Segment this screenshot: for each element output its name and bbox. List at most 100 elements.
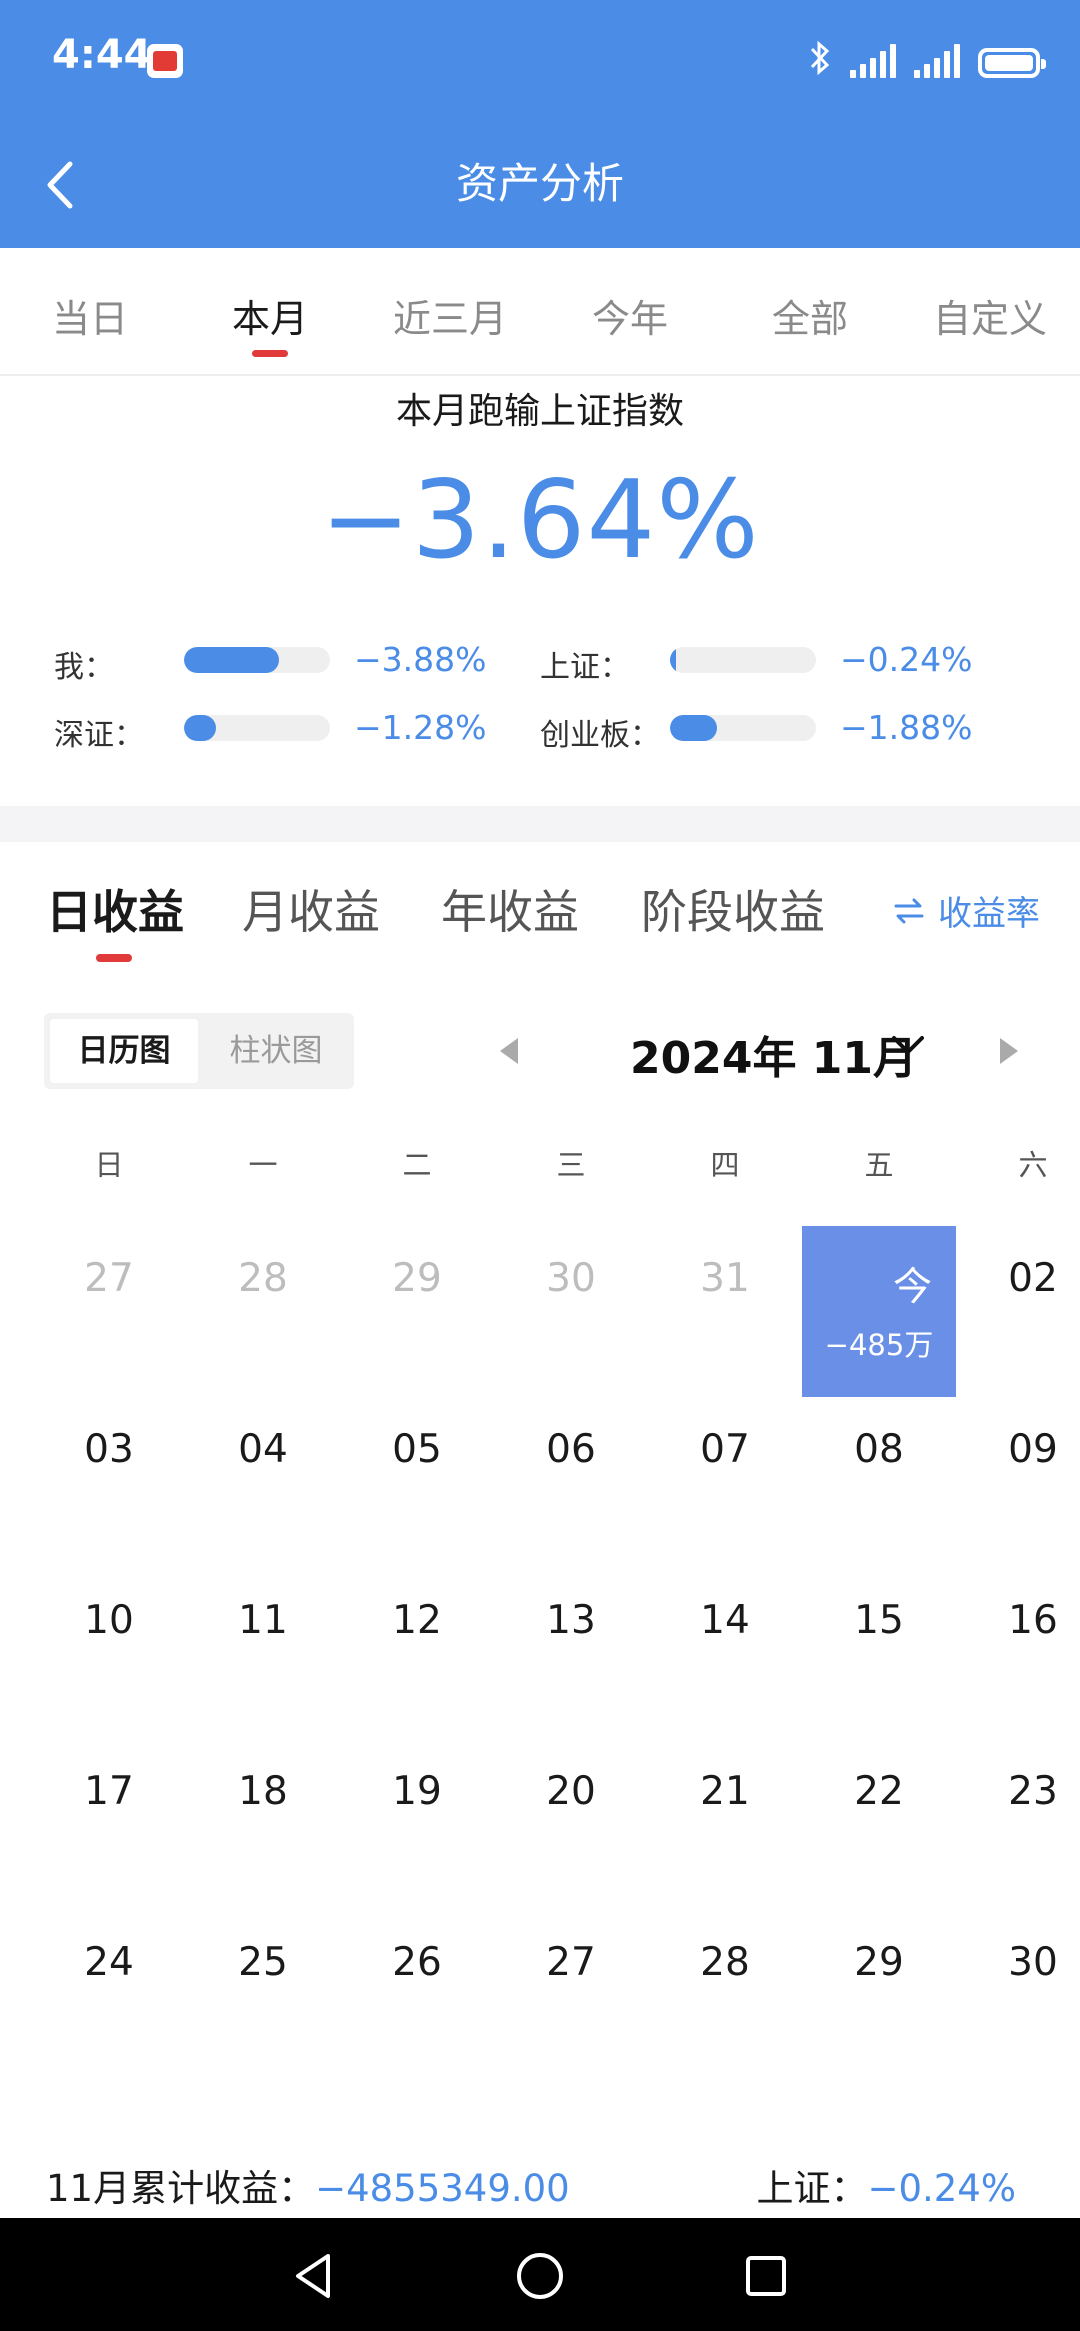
bar-view-button[interactable]: 柱状图 [202,1019,350,1083]
compare-bar-shanghai [670,647,816,673]
calendar-day[interactable]: 28 [186,1226,340,1397]
calendar-day[interactable]: 27 [494,1910,648,2081]
calendar-day[interactable]: 17 [32,1739,186,1910]
compare-label-shanghai: 上证： [540,650,630,685]
weekday-label: 六 [1018,1148,1048,1182]
compare-bar-fill [184,647,279,673]
calendar-day[interactable]: 25 [186,1910,340,2081]
calendar-day[interactable]: 10 [32,1568,186,1739]
day-number: 20 [546,1769,596,1814]
compare-value-shenzhen: −1.28% [354,708,487,747]
day-number: 29 [392,1256,442,1301]
tab-three-months[interactable]: 近三月 [360,288,540,343]
calendar-day[interactable]: 09 [956,1397,1080,1568]
calendar-view-button[interactable]: 日历图 [50,1019,198,1083]
day-number: 27 [84,1256,134,1301]
day-number: 21 [700,1769,750,1814]
tab-all[interactable]: 全部 [720,288,900,343]
calendar-day[interactable]: 26 [340,1910,494,2081]
calendar-day[interactable]: 02 [956,1226,1080,1397]
home-circle-icon[interactable] [510,2246,570,2306]
period-tabs: 当日 本月 近三月 今年 全部 自定义 [0,248,1080,376]
day-number: 28 [700,1940,750,1985]
summary-label: 11月累计收益： [46,2167,316,2210]
day-number: 09 [1008,1427,1058,1472]
summary-value: −4855349.00 [315,2167,570,2210]
weekday-label: 日 [94,1148,124,1182]
tab-yearly-earnings[interactable]: 年收益 [441,876,579,942]
calendar-day[interactable]: 21 [648,1739,802,1910]
tab-this-month[interactable]: 本月 [180,288,360,343]
day-number: 18 [238,1769,288,1814]
calendar-day[interactable]: 06 [494,1397,648,1568]
month-selector[interactable]: 2024年 11月 [630,1022,917,1086]
recents-square-icon[interactable] [736,2246,796,2306]
back-triangle-icon[interactable] [284,2246,344,2306]
earnings-tab-indicator [96,954,132,962]
calendar-day[interactable]: 22 [802,1739,956,1910]
calendar-day[interactable]: 20 [494,1739,648,1910]
index-value: −0.24% [867,2167,1016,2210]
compare-value-chinext: −1.88% [840,708,973,747]
calendar-day[interactable]: 13 [494,1568,648,1739]
calendar-day-today[interactable]: 今 −485万 [802,1226,956,1397]
calendar-day[interactable]: 03 [32,1397,186,1568]
calendar-day[interactable]: 04 [186,1397,340,1568]
system-nav-bar [0,2218,1080,2331]
day-number: 02 [1008,1256,1058,1301]
chevron-down-icon[interactable] [890,1030,926,1060]
day-number: 15 [854,1598,904,1643]
calendar-day[interactable]: 07 [648,1397,802,1568]
day-earnings: −485万 [824,1328,934,1362]
next-month-icon[interactable] [1000,1038,1018,1064]
calendar-day[interactable]: 23 [956,1739,1080,1910]
calendar-day[interactable]: 16 [956,1568,1080,1739]
calendar-day[interactable]: 12 [340,1568,494,1739]
calendar-day[interactable]: 30 [494,1226,648,1397]
calendar-day[interactable]: 27 [32,1226,186,1397]
signal-icon [914,42,960,78]
compare-bar-shenzhen [184,715,330,741]
calendar-day[interactable]: 29 [340,1226,494,1397]
day-number: 30 [546,1256,596,1301]
section-divider [0,806,1080,842]
tab-daily-earnings[interactable]: 日收益 [46,876,184,942]
calendar-day[interactable]: 08 [802,1397,956,1568]
calendar-day[interactable]: 29 [802,1910,956,2081]
calendar-day[interactable]: 11 [186,1568,340,1739]
tab-today[interactable]: 当日 [0,288,180,343]
calendar-day[interactable]: 30 [956,1910,1080,2081]
calendar-day[interactable]: 14 [648,1568,802,1739]
day-number: 24 [84,1940,134,1985]
calendar-day[interactable]: 28 [648,1910,802,2081]
day-number: 10 [84,1598,134,1643]
day-number: 14 [700,1598,750,1643]
day-number: 16 [1008,1598,1058,1643]
tab-this-year[interactable]: 今年 [540,288,720,343]
rate-toggle-button[interactable]: 收益率 [894,886,1040,935]
prev-month-icon[interactable] [500,1038,518,1064]
day-number: 07 [700,1427,750,1472]
day-number: 26 [392,1940,442,1985]
calendar-day[interactable]: 05 [340,1397,494,1568]
comparison-title: 本月跑输上证指数 [395,391,684,432]
calendar-day[interactable]: 19 [340,1739,494,1910]
calendar-day[interactable]: 31 [648,1226,802,1397]
tab-custom[interactable]: 自定义 [900,288,1080,343]
tab-monthly-earnings[interactable]: 月收益 [242,876,380,942]
day-number: 12 [392,1598,442,1643]
calendar-day[interactable]: 24 [32,1910,186,2081]
swap-arrows-icon [894,898,924,923]
view-toggle: 日历图 柱状图 [44,1013,354,1089]
day-number: 30 [1008,1940,1058,1985]
calendar-day[interactable]: 15 [802,1568,956,1739]
compare-value-me: −3.88% [354,640,487,679]
calendar-day[interactable]: 18 [186,1739,340,1910]
day-number: 03 [84,1427,134,1472]
day-number: 23 [1008,1769,1058,1814]
tab-stage-earnings[interactable]: 阶段收益 [641,876,825,942]
day-number: 27 [546,1940,596,1985]
battery-icon [978,48,1046,78]
compare-bar-fill [184,715,217,741]
day-number: 31 [700,1256,750,1301]
